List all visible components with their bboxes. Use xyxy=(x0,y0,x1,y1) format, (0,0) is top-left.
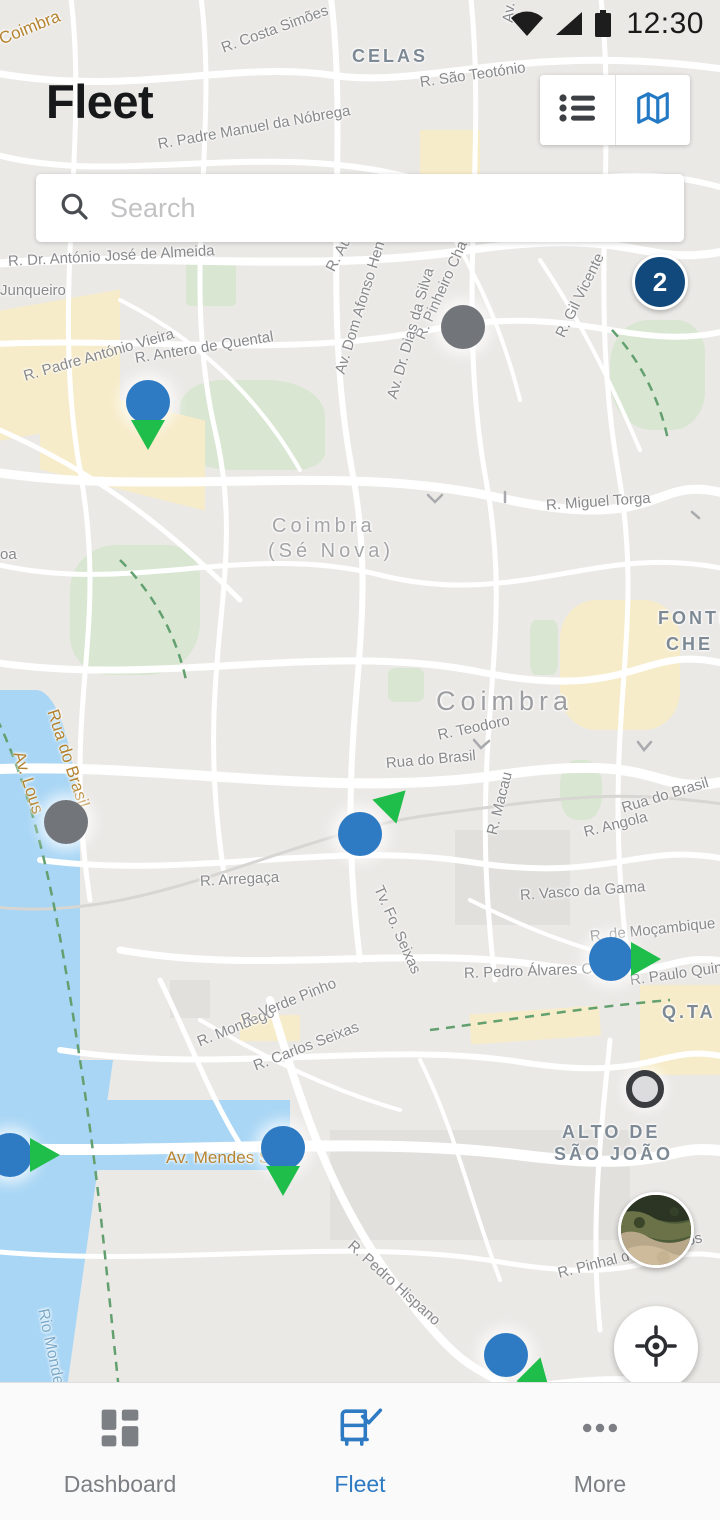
vehicle-dot xyxy=(441,305,485,349)
vehicle-marker[interactable] xyxy=(441,305,487,351)
vehicle-dot xyxy=(589,937,633,981)
heading-arrow-icon xyxy=(30,1138,60,1172)
battery-icon xyxy=(594,10,612,38)
vehicle-marker[interactable] xyxy=(484,1333,562,1403)
heading-arrow-icon xyxy=(266,1166,300,1196)
wifi-icon xyxy=(510,11,544,37)
vehicle-dot xyxy=(44,800,88,844)
search-bar[interactable] xyxy=(36,174,684,242)
list-view-button[interactable] xyxy=(540,75,615,145)
map-icon xyxy=(634,89,672,132)
nav-item-dashboard[interactable]: Dashboard xyxy=(0,1383,240,1520)
nav-label-more: More xyxy=(573,1470,627,1497)
cell-signal-icon xyxy=(554,11,584,37)
crosshair-icon xyxy=(634,1324,678,1373)
ellipsis-icon xyxy=(578,1406,622,1455)
vehicle-dot xyxy=(126,380,170,424)
nav-item-fleet[interactable]: Fleet xyxy=(240,1383,480,1520)
vehicle-dot xyxy=(0,1133,32,1177)
bus-check-icon xyxy=(337,1406,383,1455)
vehicle-marker[interactable] xyxy=(44,800,90,846)
vehicle-marker[interactable] xyxy=(626,1070,672,1116)
page-title: Fleet xyxy=(46,75,154,128)
vehicle-marker[interactable] xyxy=(589,937,661,983)
heading-arrow-icon xyxy=(131,420,165,450)
nav-label-fleet: Fleet xyxy=(334,1470,386,1497)
vehicle-marker[interactable] xyxy=(0,1133,60,1179)
cluster-badge[interactable]: 2 xyxy=(632,254,688,310)
dashboard-grid-icon xyxy=(98,1406,142,1455)
fleet-map-screen: Coimbra R. Costa Simões CELAS R. São Teotón… xyxy=(0,0,720,1520)
my-location-button[interactable] xyxy=(614,1306,698,1390)
vehicle-marker[interactable] xyxy=(261,1126,307,1196)
vehicle-marker[interactable] xyxy=(126,380,172,450)
map-type-toggle[interactable] xyxy=(618,1192,694,1268)
vehicle-marker[interactable] xyxy=(338,778,418,858)
vehicle-dot xyxy=(484,1333,528,1377)
nav-label-dashboard: Dashboard xyxy=(63,1470,177,1497)
vehicle-dot xyxy=(261,1126,305,1170)
heading-arrow-icon xyxy=(631,942,661,976)
search-icon xyxy=(58,190,90,227)
bottom-navigation[interactable]: Dashboard Fleet More xyxy=(0,1382,720,1520)
list-icon xyxy=(558,93,597,128)
vehicle-dot xyxy=(338,812,382,856)
map-view-button[interactable] xyxy=(615,75,690,145)
search-input[interactable] xyxy=(110,174,662,242)
vehicle-dot xyxy=(626,1070,664,1108)
status-bar: 12:30 xyxy=(0,0,720,48)
nav-item-more[interactable]: More xyxy=(480,1383,720,1520)
cluster-count: 2 xyxy=(652,266,668,297)
satellite-thumbnail xyxy=(621,1195,691,1265)
status-clock: 12:30 xyxy=(626,7,704,40)
view-toggle-group[interactable] xyxy=(540,75,690,145)
